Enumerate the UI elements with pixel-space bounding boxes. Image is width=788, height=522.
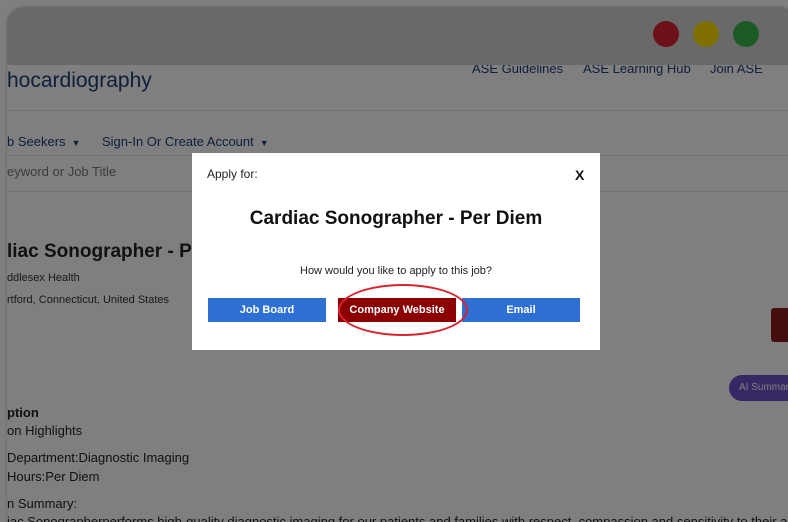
apply-question: How would you like to apply to this job?: [300, 265, 492, 277]
highlight-ring: [338, 284, 468, 336]
close-modal-button[interactable]: X: [575, 167, 584, 183]
apply-for-label: Apply for:: [207, 167, 258, 181]
job-board-button[interactable]: Job Board: [208, 298, 326, 322]
email-button[interactable]: Email: [462, 298, 580, 322]
screenshot-frame: hocardiography ASE Guidelines ASE Learni…: [0, 0, 788, 522]
modal-job-title: Cardiac Sonographer - Per Diem: [249, 208, 543, 229]
